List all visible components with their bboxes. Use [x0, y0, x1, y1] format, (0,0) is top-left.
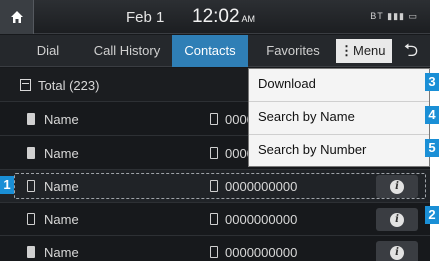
status-date: Feb 1 [126, 9, 165, 26]
contact-info-button[interactable]: i [376, 241, 418, 261]
menu-item-download[interactable]: Download [249, 69, 429, 102]
status-indicators: BT ▮▮▮ ▭ [370, 11, 418, 21]
mobile-icon [210, 113, 218, 125]
phone-contact-icon [27, 147, 35, 159]
menu-dropdown: Download Search by Name Search by Number [248, 68, 430, 167]
callout-badge-2: 2 [425, 206, 439, 224]
contact-name: Name [44, 112, 79, 127]
contact-number: 0000000000 [225, 179, 298, 194]
callout-badge-3: 3 [425, 73, 439, 91]
menu-item-search-by-number[interactable]: Search by Number [249, 135, 429, 168]
contact-name: Name [44, 179, 79, 194]
status-time: 12:02 AM [192, 6, 256, 27]
list-icon [20, 79, 31, 91]
home-icon [10, 11, 23, 23]
phone-contact-icon [27, 246, 35, 258]
tab-dial[interactable]: Dial [18, 35, 78, 67]
mobile-icon [210, 213, 218, 225]
callout-badge-4: 4 [425, 106, 439, 124]
tab-bar: Dial Call History Contacts Favorites ⋮Me… [0, 35, 430, 67]
back-button[interactable]: ⮌ [398, 39, 424, 63]
phone-contact-icon [27, 213, 35, 225]
contact-name: Name [44, 146, 79, 161]
callout-badge-5: 5 [425, 139, 439, 157]
contact-number: 0000000000 [225, 245, 298, 260]
phone-contact-icon [27, 180, 35, 192]
more-icon: ⋮ [340, 43, 353, 58]
contact-name: Name [44, 245, 79, 260]
tab-favorites[interactable]: Favorites [252, 35, 334, 67]
tab-call-history[interactable]: Call History [84, 35, 170, 67]
mobile-icon [210, 147, 218, 159]
contact-row-selected[interactable]: Name 0000000000 i [0, 170, 430, 203]
info-icon: i [390, 179, 404, 194]
back-arrow-icon: ⮌ [403, 40, 419, 60]
menu-item-search-by-name[interactable]: Search by Name [249, 102, 429, 135]
contact-row[interactable]: Name 0000000000 i [0, 236, 430, 261]
status-bar: Feb 1 12:02 AM BT ▮▮▮ ▭ [0, 0, 430, 34]
home-button[interactable] [0, 0, 34, 34]
contact-info-button[interactable]: i [376, 175, 418, 198]
menu-button[interactable]: ⋮Menu [336, 39, 392, 63]
info-icon: i [390, 212, 404, 227]
contacts-total: Total (223) [38, 78, 100, 93]
contact-row[interactable]: Name 0000000000 i [0, 203, 430, 236]
contact-number: 0000000000 [225, 212, 298, 227]
callout-badge-1: 1 [0, 176, 14, 194]
contact-name: Name [44, 212, 79, 227]
tab-contacts[interactable]: Contacts [172, 35, 248, 67]
info-icon: i [390, 245, 404, 260]
phone-contact-icon [27, 113, 35, 125]
mobile-icon [210, 180, 218, 192]
contact-info-button[interactable]: i [376, 208, 418, 231]
mobile-icon [210, 246, 218, 258]
menu-button-label: Menu [353, 43, 386, 58]
phone-contacts-screen: Feb 1 12:02 AM BT ▮▮▮ ▭ Dial Call History… [0, 0, 430, 261]
